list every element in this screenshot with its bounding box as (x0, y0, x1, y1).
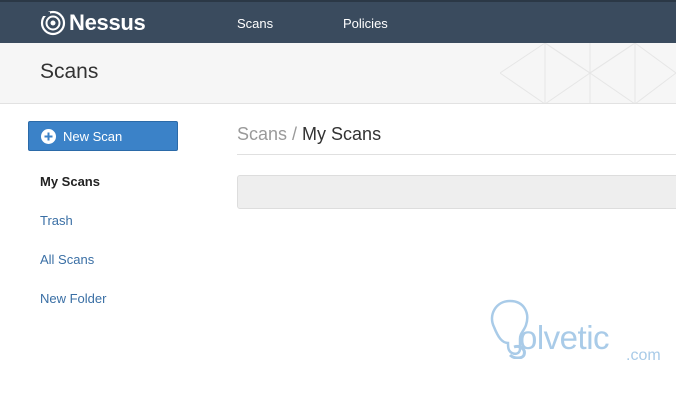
breadcrumb: Scans / My Scans (237, 124, 381, 145)
watermark-domain: .com (626, 347, 661, 364)
new-scan-label: New Scan (63, 128, 123, 144)
solvetic-watermark: olvetic .com (486, 297, 666, 367)
decorative-pattern (500, 43, 676, 103)
breadcrumb-current: My Scans (302, 124, 382, 144)
nessus-logo[interactable]: Nessus (40, 9, 146, 37)
page-title: Scans (40, 60, 99, 83)
top-navbar: Nessus Scans Policies (0, 0, 676, 43)
sidebar-item-trash[interactable]: Trash (40, 213, 73, 228)
scans-toolbar (237, 175, 676, 209)
plus-circle-icon (41, 128, 56, 144)
new-scan-button[interactable]: New Scan (28, 121, 178, 151)
sidebar-item-new-folder[interactable]: New Folder (40, 291, 106, 306)
nav-scans[interactable]: Scans (237, 16, 273, 31)
page-header: Scans (0, 43, 676, 104)
breadcrumb-scans-link[interactable]: Scans (237, 124, 287, 144)
sidebar-item-all-scans[interactable]: All Scans (40, 252, 94, 267)
divider (237, 154, 676, 155)
nessus-logo-icon (40, 10, 66, 36)
sidebar-item-my-scans[interactable]: My Scans (40, 174, 100, 189)
logo-text: Nessus (69, 10, 146, 35)
breadcrumb-separator: / (292, 124, 298, 144)
nav-policies[interactable]: Policies (343, 16, 388, 31)
watermark-text: olvetic (519, 319, 610, 356)
